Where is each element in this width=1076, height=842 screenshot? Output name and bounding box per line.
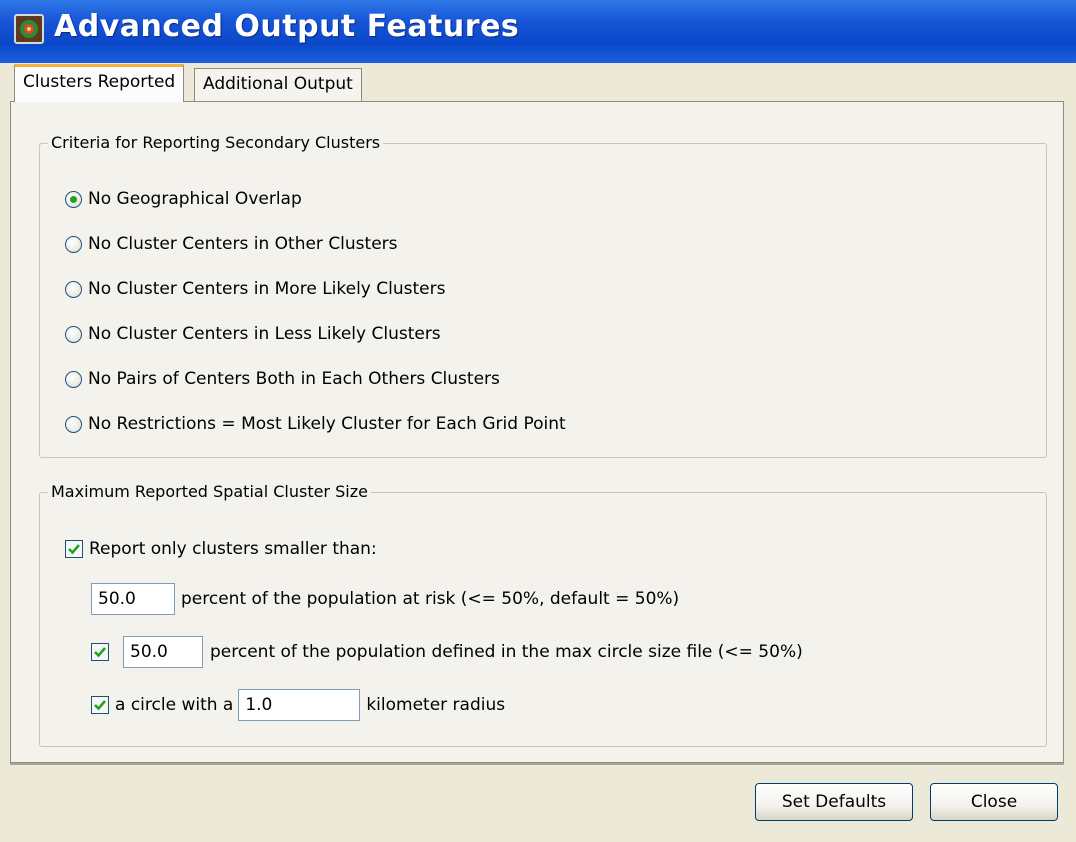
close-button[interactable]: Close	[930, 783, 1058, 821]
report-smaller-checkbox[interactable]	[65, 540, 83, 558]
radio-button[interactable]	[65, 325, 82, 343]
option-label: No Cluster Centers in More Likely Cluste…	[88, 279, 446, 299]
radio-button[interactable]	[65, 370, 82, 388]
radio-button[interactable]	[65, 235, 82, 253]
option-label: No Cluster Centers in Other Clusters	[88, 234, 398, 254]
app-icon	[14, 14, 44, 44]
circle-radius-checkbox[interactable]	[91, 696, 109, 714]
option-no-pairs-of-centers[interactable]: No Pairs of Centers Both in Each Others …	[65, 366, 500, 392]
tab-label: Clusters Reported	[23, 72, 176, 92]
option-label: No Cluster Centers in Less Likely Cluste…	[88, 324, 441, 344]
checkmark-icon	[94, 700, 106, 711]
max-circle-file-label: percent of the population defined in the…	[210, 642, 803, 662]
report-smaller-row[interactable]: Report only clusters smaller than:	[65, 532, 377, 566]
option-label: No Geographical Overlap	[88, 189, 302, 209]
window-title: Advanced Output Features	[54, 9, 520, 44]
set-defaults-button[interactable]: Set Defaults	[755, 783, 913, 821]
radio-button[interactable]	[65, 415, 82, 433]
option-no-centers-in-less-likely[interactable]: No Cluster Centers in Less Likely Cluste…	[65, 321, 441, 347]
checkmark-icon	[94, 647, 106, 658]
max-circle-file-row: 50.0 percent of the population defined i…	[91, 635, 803, 669]
tab-label: Additional Output	[203, 74, 353, 94]
group-title: Criteria for Reporting Secondary Cluster…	[48, 133, 384, 152]
radio-button[interactable]	[65, 280, 82, 298]
population-risk-label: percent of the population at risk (<= 50…	[181, 589, 680, 609]
circle-radius-row: a circle with a 1.0 kilometer radius	[91, 688, 505, 722]
max-circle-file-input[interactable]: 50.0	[123, 636, 203, 668]
option-label: No Pairs of Centers Both in Each Others …	[88, 369, 500, 389]
title-bar[interactable]: Advanced Output Features	[0, 0, 1076, 63]
tab-panel: Criteria for Reporting Secondary Cluster…	[10, 101, 1064, 763]
max-circle-file-checkbox[interactable]	[91, 643, 109, 661]
option-no-geographical-overlap[interactable]: No Geographical Overlap	[65, 186, 302, 212]
radio-button[interactable]	[65, 190, 82, 208]
circle-radius-input[interactable]: 1.0	[238, 689, 361, 721]
option-no-centers-in-other-clusters[interactable]: No Cluster Centers in Other Clusters	[65, 231, 398, 257]
population-risk-row: 50.0 percent of the population at risk (…	[91, 582, 679, 616]
separator	[10, 763, 1064, 765]
circle-radius-prefix: a circle with a	[115, 695, 234, 715]
option-label: No Restrictions = Most Likely Cluster fo…	[88, 414, 566, 434]
option-no-centers-in-more-likely[interactable]: No Cluster Centers in More Likely Cluste…	[65, 276, 445, 302]
group-title: Maximum Reported Spatial Cluster Size	[48, 482, 371, 501]
population-risk-input[interactable]: 50.0	[91, 583, 175, 615]
tab-clusters-reported[interactable]: Clusters Reported	[14, 64, 185, 102]
tab-additional-output[interactable]: Additional Output	[194, 68, 362, 102]
checkmark-icon	[68, 544, 80, 555]
advanced-output-features-window: Advanced Output Features Clusters Report…	[0, 0, 1076, 842]
option-no-restrictions[interactable]: No Restrictions = Most Likely Cluster fo…	[65, 411, 566, 437]
circle-radius-suffix: kilometer radius	[366, 695, 506, 715]
report-smaller-label: Report only clusters smaller than:	[89, 539, 377, 559]
